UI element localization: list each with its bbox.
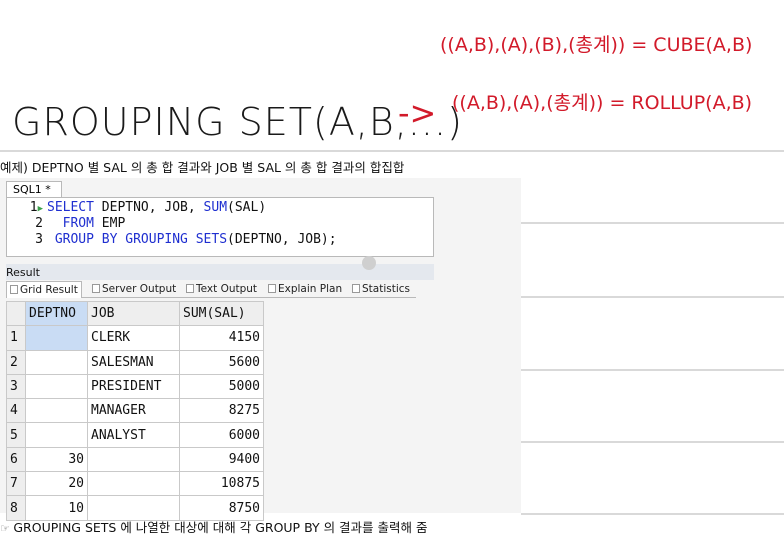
row-number: 2 (6, 349, 26, 375)
run-marker-icon: ▶ (37, 204, 43, 214)
cell-deptno[interactable] (25, 422, 88, 448)
column-header-sum-sal[interactable]: SUM(SAL) (179, 300, 264, 327)
cell-job[interactable]: ANALYST (87, 422, 180, 448)
plan-icon (268, 284, 276, 293)
result-grid[interactable]: DEPTNO JOB SUM(SAL) 1 CLERK 4150 2 SALES… (6, 300, 264, 521)
cell-job[interactable] (87, 471, 180, 497)
footer-note: ☞ GROUPING SETS 에 나열한 대상에 대해 각 GROUP BY … (0, 520, 428, 535)
cell-deptno[interactable] (25, 349, 88, 375)
table-row[interactable]: 2 SALESMAN 5600 (6, 349, 264, 375)
sql-editor[interactable]: 1▶ SELECT DEPTNO, JOB, SUM(SAL) 2 FROM EM… (6, 197, 434, 257)
row-number: 3 (6, 373, 26, 400)
result-label: Result (6, 266, 40, 279)
table-row[interactable]: 4 MANAGER 8275 (6, 398, 264, 424)
text-icon (186, 284, 194, 293)
tab-server-output[interactable]: Server Output (92, 281, 176, 298)
cell-job[interactable]: MANAGER (87, 398, 180, 424)
cell-deptno[interactable]: 30 (25, 446, 88, 473)
grouping-set-annotation: GROUPING SET(A,B,...) (12, 100, 463, 144)
output-icon (92, 284, 100, 293)
sql-developer-panel: SQL1 * 1▶ SELECT DEPTNO, JOB, SUM(SAL) 2 … (0, 178, 521, 521)
cell-job[interactable]: PRESIDENT (87, 373, 180, 400)
cell-deptno[interactable] (25, 373, 88, 400)
cell-job[interactable]: SALESMAN (87, 349, 180, 375)
cell-deptno[interactable] (25, 325, 88, 351)
code-line-3: 3 GROUP BY GROUPING SETS(DEPTNO, JOB); (35, 232, 337, 247)
notebook-line (521, 513, 784, 515)
table-row[interactable]: 1 CLERK 4150 (6, 325, 264, 351)
result-tabs: Grid Result Server Output Text Output Ex… (6, 281, 416, 298)
notebook-line (521, 296, 784, 298)
statistics-icon (352, 284, 360, 293)
code-line-2: 2 FROM EMP (35, 216, 126, 231)
cell-sum-sal[interactable]: 4150 (179, 325, 264, 351)
table-row[interactable]: 3 PRESIDENT 5000 (6, 373, 264, 400)
grid-icon (10, 285, 18, 294)
cell-sum-sal[interactable]: 8275 (179, 398, 264, 424)
cell-sum-sal[interactable]: 6000 (179, 422, 264, 448)
pointing-hand-icon: ☞ (0, 522, 14, 535)
row-number: 4 (6, 398, 26, 424)
row-number: 1 (6, 325, 26, 351)
splitter-handle[interactable] (362, 256, 376, 270)
top-divider (0, 150, 784, 152)
rollup-annotation: ((A,B),(A),(총계)) = ROLLUP(A,B) (452, 92, 753, 114)
tab-sql1[interactable]: SQL1 * (6, 181, 62, 197)
tab-explain-plan[interactable]: Explain Plan (268, 281, 342, 298)
notebook-line (521, 369, 784, 371)
row-number: 5 (6, 422, 26, 448)
cell-sum-sal[interactable]: 5600 (179, 349, 264, 375)
notebook-line (521, 441, 784, 443)
cell-sum-sal[interactable]: 5000 (179, 373, 264, 400)
cell-deptno[interactable] (25, 398, 88, 424)
arrow-annotation: -> (398, 94, 437, 132)
cell-job[interactable]: CLERK (87, 325, 180, 351)
cell-deptno[interactable]: 20 (25, 471, 88, 497)
code-line-1: 1▶ SELECT DEPTNO, JOB, SUM(SAL) (29, 200, 267, 215)
tab-statistics[interactable]: Statistics (352, 281, 410, 298)
cell-sum-sal[interactable]: 9400 (179, 446, 264, 473)
row-number: 7 (6, 471, 26, 497)
tab-text-output[interactable]: Text Output (186, 281, 257, 298)
example-heading: 예제) DEPTNO 별 SAL 의 총 합 결과와 JOB 별 SAL 의 총… (0, 160, 405, 175)
table-row[interactable]: 7 20 10875 (6, 471, 264, 497)
cell-job[interactable] (87, 446, 180, 473)
grid-header-row: DEPTNO JOB SUM(SAL) (6, 300, 264, 327)
tab-grid-result[interactable]: Grid Result (6, 281, 82, 298)
column-header-job[interactable]: JOB (87, 300, 180, 327)
cell-sum-sal[interactable]: 10875 (179, 471, 264, 497)
notebook-line (521, 222, 784, 224)
table-row[interactable]: 5 ANALYST 6000 (6, 422, 264, 448)
row-number-header (6, 300, 26, 327)
row-number: 6 (6, 446, 26, 473)
table-row[interactable]: 6 30 9400 (6, 446, 264, 473)
column-header-deptno[interactable]: DEPTNO (25, 300, 88, 327)
cube-annotation: ((A,B),(A),(B),(총계)) = CUBE(A,B) (440, 34, 753, 56)
